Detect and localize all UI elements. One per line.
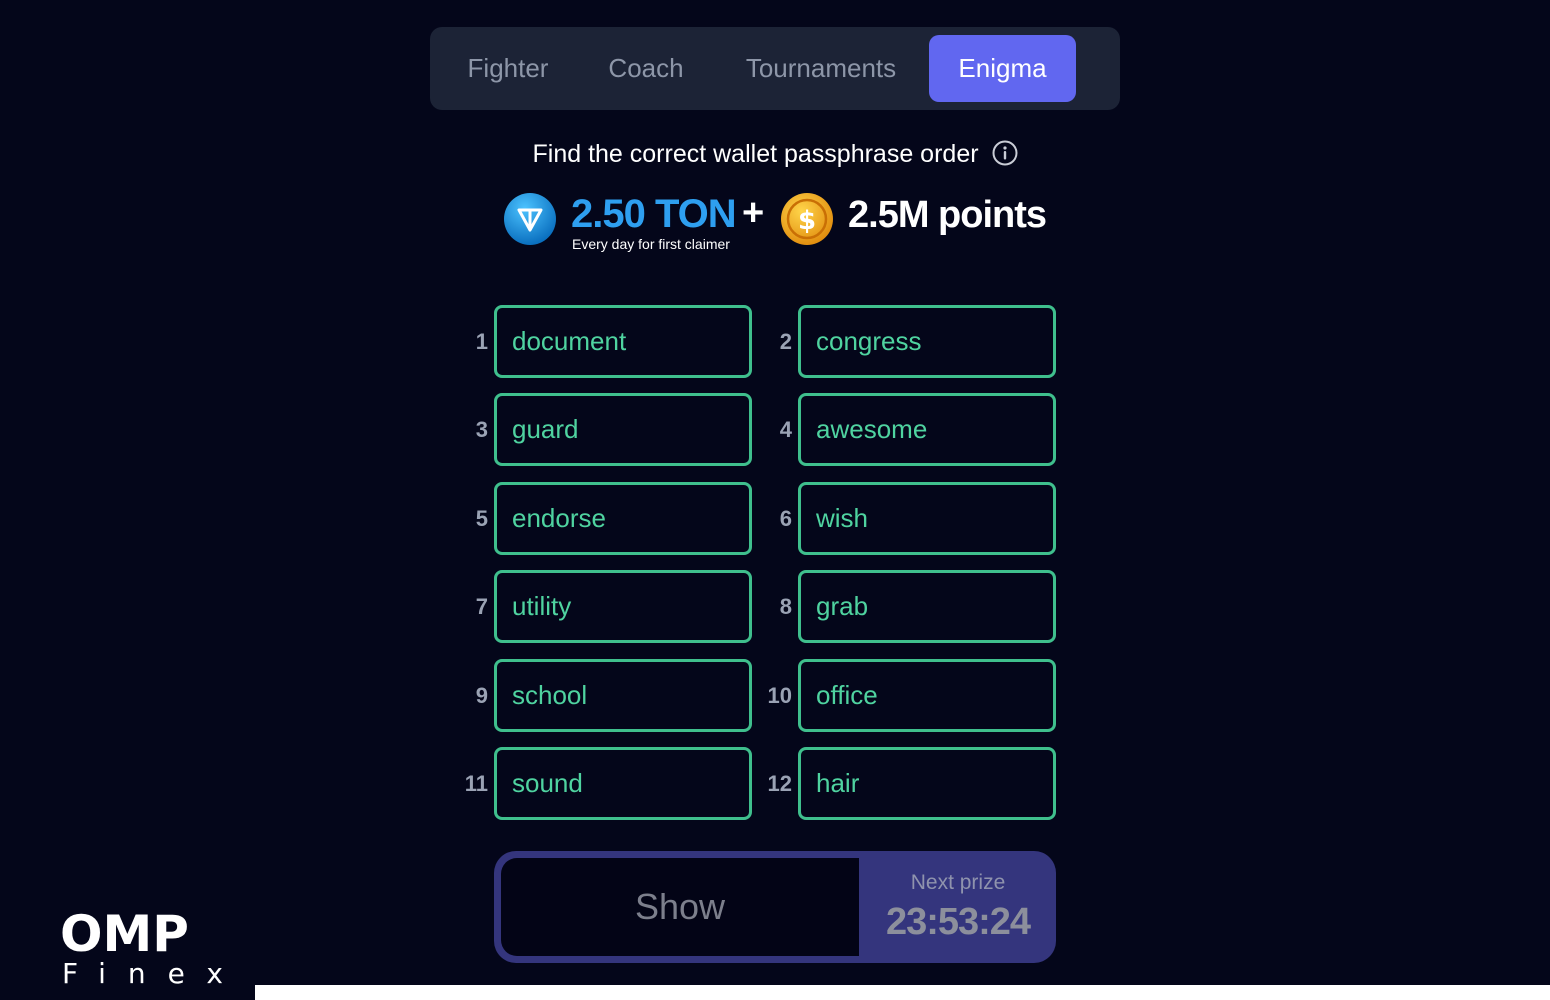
show-button[interactable]: Show <box>501 858 859 956</box>
tab-enigma[interactable]: Enigma <box>929 35 1076 102</box>
next-prize-label: Next prize <box>910 871 1006 894</box>
word-box[interactable]: awesome <box>798 393 1056 466</box>
word-cell: 4 awesome <box>744 393 1064 466</box>
word-cell: 2 congress <box>744 305 1064 378</box>
word-number: 3 <box>475 417 488 442</box>
tab-fighter[interactable]: Fighter <box>450 35 566 102</box>
word-box[interactable]: endorse <box>494 482 752 555</box>
tab-tournaments[interactable]: Tournaments <box>726 35 916 102</box>
bottom-strip <box>255 985 1550 1000</box>
logo-main-text: OMP <box>60 905 189 963</box>
info-icon[interactable] <box>992 140 1018 166</box>
word-cell: 8 grab <box>744 570 1064 643</box>
word-box[interactable]: sound <box>494 747 752 820</box>
word-box[interactable]: congress <box>798 305 1056 378</box>
word-number: 12 <box>767 771 792 796</box>
word-cell: 6 wish <box>744 482 1064 555</box>
word-box[interactable]: guard <box>494 393 752 466</box>
next-prize-timer: 23:53:24 <box>885 901 1031 943</box>
word-box[interactable]: office <box>798 659 1056 732</box>
word-box[interactable]: wish <box>798 482 1056 555</box>
word-cell: 3 guard <box>440 393 760 466</box>
word-box[interactable]: grab <box>798 570 1056 643</box>
word-number: 11 <box>464 771 488 796</box>
ton-caption: Every day for first claimer <box>572 236 730 252</box>
dollar-coin-icon: $ <box>781 193 833 245</box>
word-box[interactable]: utility <box>494 570 752 643</box>
word-number: 1 <box>475 329 488 354</box>
word-cell: 11 sound <box>440 747 760 820</box>
word-box[interactable]: hair <box>798 747 1056 820</box>
word-number: 7 <box>475 594 488 619</box>
tab-bar: Fighter Coach Tournaments Enigma <box>430 27 1120 110</box>
word-box[interactable]: school <box>494 659 752 732</box>
show-action-bar: Show Next prize 23:53:24 <box>494 851 1056 963</box>
ton-amount: 2.50 TON <box>571 192 737 236</box>
tab-coach[interactable]: Coach <box>590 35 702 102</box>
svg-text:$: $ <box>798 206 816 236</box>
instruction-text: Find the correct wallet passphrase order <box>532 140 979 168</box>
word-cell: 9 school <box>440 659 760 732</box>
word-number: 9 <box>475 683 488 708</box>
word-cell: 1 document <box>440 305 760 378</box>
plus-sign: + <box>742 192 765 234</box>
points-amount: 2.5M points <box>848 194 1047 236</box>
word-cell: 10 office <box>744 659 1064 732</box>
prize-row: 2.50 TON Every day for first claimer + $… <box>0 190 1550 260</box>
omp-finex-logo: OMP Finex <box>58 905 223 995</box>
word-number: 10 <box>767 683 792 708</box>
instruction-line: Find the correct wallet passphrase order <box>0 140 1550 176</box>
word-number: 4 <box>779 417 792 442</box>
word-number: 8 <box>779 594 792 619</box>
word-cell: 5 endorse <box>440 482 760 555</box>
word-cell: 12 hair <box>744 747 1064 820</box>
word-number: 6 <box>779 506 792 531</box>
ton-diamond-icon <box>504 193 556 245</box>
word-number: 5 <box>475 506 488 531</box>
word-box[interactable]: document <box>494 305 752 378</box>
word-number: 2 <box>779 329 792 354</box>
word-cell: 7 utility <box>440 570 760 643</box>
logo-sub-text: Finex <box>62 957 245 990</box>
